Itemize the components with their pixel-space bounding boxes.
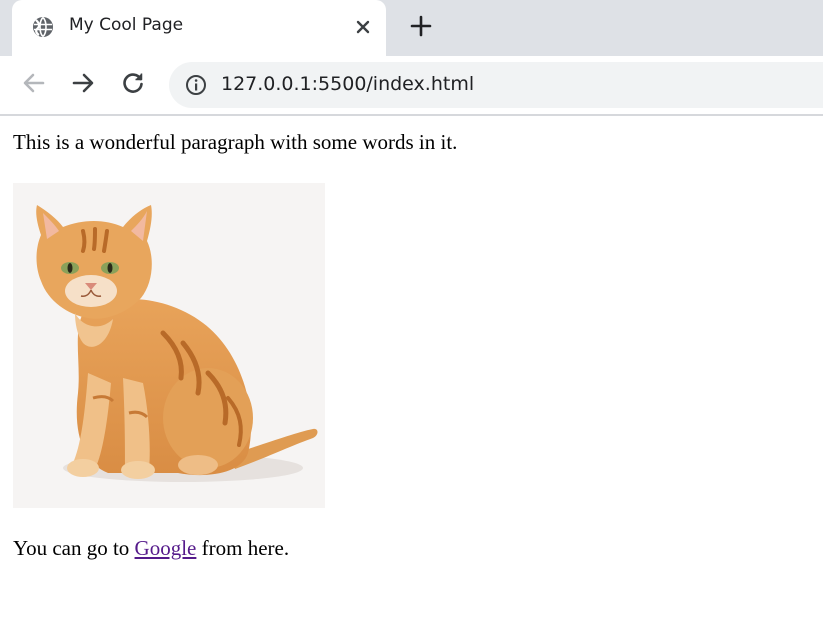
- reload-icon: [120, 70, 146, 100]
- paragraph-suffix: from here.: [196, 536, 290, 560]
- tab-title: My Cool Page: [69, 15, 184, 35]
- forward-button[interactable]: [67, 69, 99, 101]
- page-content: This is a wonderful paragraph with some …: [0, 116, 823, 626]
- arrow-right-icon: [70, 70, 96, 100]
- address-bar[interactable]: 127.0.0.1:5500/index.html: [169, 62, 823, 108]
- toolbar: 127.0.0.1:5500/index.html: [0, 56, 823, 116]
- new-tab-button[interactable]: [406, 13, 436, 43]
- back-button[interactable]: [18, 69, 50, 101]
- paragraph-text: This is a wonderful paragraph with some …: [13, 130, 458, 154]
- reload-button[interactable]: [117, 69, 149, 101]
- info-icon[interactable]: [185, 74, 207, 96]
- tab-my-cool-page[interactable]: My Cool Page: [12, 0, 386, 56]
- browser-window: My Cool Page 127.0.0.1:5500/index.html T…: [0, 0, 823, 626]
- globe-icon: [32, 16, 54, 38]
- tab-strip: My Cool Page: [0, 0, 823, 56]
- close-icon[interactable]: [351, 15, 375, 39]
- arrow-left-icon: [21, 70, 47, 100]
- google-link[interactable]: Google: [135, 536, 197, 560]
- plus-icon: [410, 15, 432, 41]
- cat-photo: [13, 183, 325, 508]
- paragraph-prefix: You can go to: [13, 536, 135, 560]
- paragraph-with-link: You can go to Google from here.: [13, 536, 289, 561]
- url-text[interactable]: 127.0.0.1:5500/index.html: [221, 73, 474, 95]
